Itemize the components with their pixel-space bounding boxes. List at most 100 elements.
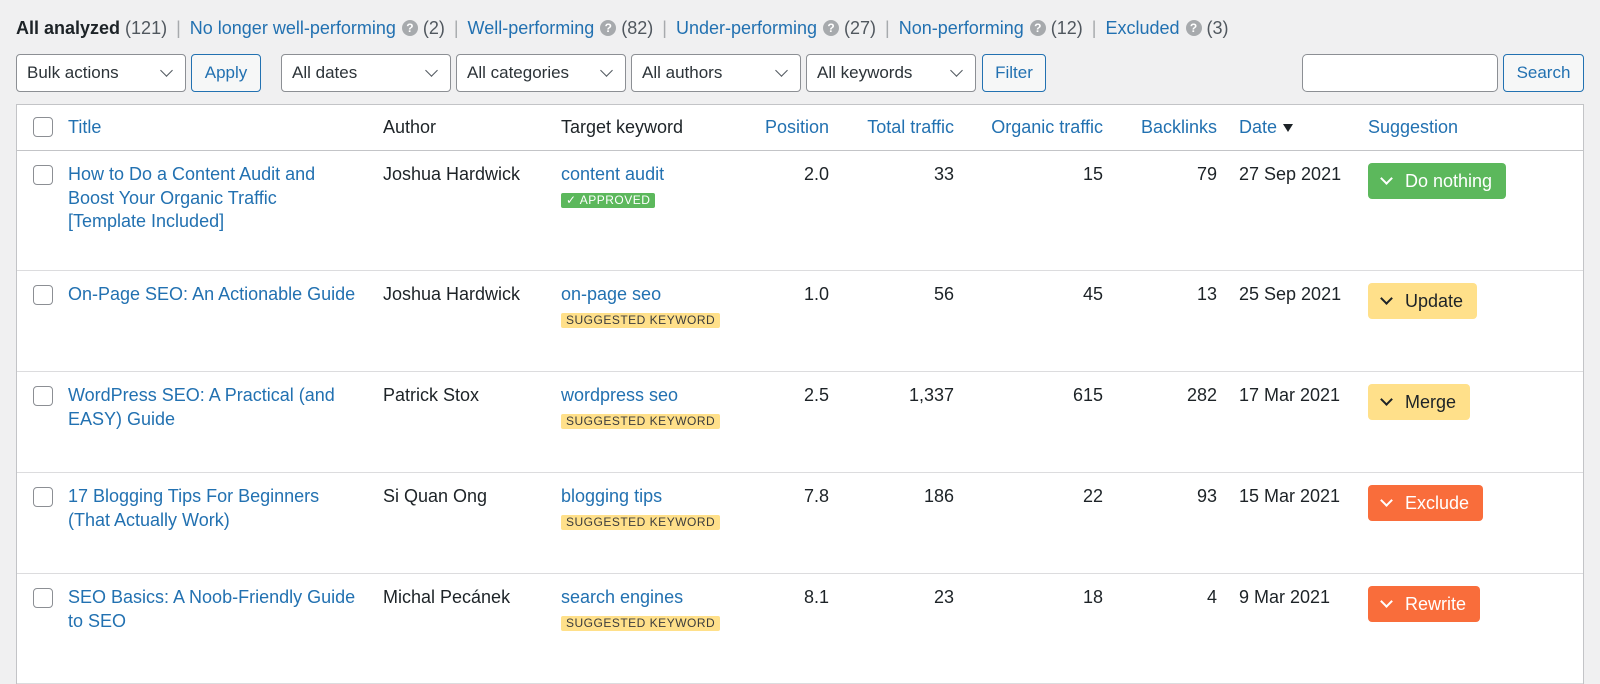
table-row: On-Page SEO: An Actionable Guide Joshua …	[17, 271, 1583, 372]
chevron-down-icon	[1380, 494, 1393, 507]
row-checkbox[interactable]	[33, 487, 53, 507]
column-author: Author	[383, 117, 437, 137]
view-under-performing[interactable]: Under-performing ? (27)	[676, 18, 876, 39]
backlinks-value: 79	[1196, 164, 1217, 184]
author: Michal Pecánek	[383, 587, 511, 607]
select-value: All dates	[292, 63, 358, 82]
chevron-down-icon	[1380, 393, 1393, 406]
view-link[interactable]: Excluded	[1105, 18, 1179, 39]
position-value: 2.5	[803, 385, 829, 405]
keyword-link[interactable]: wordpress seo	[561, 384, 720, 408]
total-traffic-value: 1,337	[908, 385, 954, 405]
table-row: SEO Basics: A Noob-Friendly Guide to SEO…	[17, 574, 1583, 684]
suggestion-button[interactable]: Do nothing	[1368, 163, 1507, 199]
table-header: Title Author Target keyword Position Tot…	[17, 105, 1583, 151]
suggestion-label: Exclude	[1405, 492, 1470, 513]
toolbar: Bulk actions Apply All dates All categor…	[0, 54, 1600, 92]
suggestion-button[interactable]: Update	[1368, 283, 1478, 319]
dates-select[interactable]: All dates	[281, 54, 451, 92]
post-title-link[interactable]: WordPress SEO: A Practical (and EASY) Gu…	[68, 384, 358, 431]
column-title[interactable]: Title	[68, 117, 101, 138]
search-button[interactable]: Search	[1503, 54, 1584, 92]
target-keyword-cell: blogging tips SUGGESTED KEYWORD	[561, 485, 721, 532]
column-date-label: Date	[1239, 117, 1278, 137]
chevron-down-icon	[1380, 595, 1393, 608]
separator: |	[1091, 17, 1097, 38]
column-organic-traffic[interactable]: Organic traffic	[977, 117, 1103, 138]
post-title-link[interactable]: 17 Blogging Tips For Beginners (That Act…	[68, 485, 358, 532]
backlinks-value: 13	[1196, 284, 1217, 304]
organic-traffic-value: 45	[1082, 284, 1103, 304]
help-icon[interactable]: ?	[401, 20, 418, 36]
view-link[interactable]: No longer well-performing	[190, 18, 396, 39]
column-suggestion[interactable]: Suggestion	[1368, 117, 1458, 138]
view-link[interactable]: Well-performing	[468, 18, 595, 39]
separator: |	[662, 17, 667, 38]
view-label: All analyzed	[16, 17, 121, 38]
suggestion-button[interactable]: Exclude	[1368, 485, 1484, 521]
post-title-link[interactable]: SEO Basics: A Noob-Friendly Guide to SEO	[68, 586, 358, 633]
suggestion-label: Do nothing	[1405, 170, 1493, 191]
suggestion-button[interactable]: Rewrite	[1368, 586, 1481, 622]
total-traffic-value: 23	[933, 587, 954, 607]
table-row: 17 Blogging Tips For Beginners (That Act…	[17, 473, 1583, 574]
organic-traffic-value: 22	[1082, 486, 1103, 506]
bulk-actions-select[interactable]: Bulk actions	[16, 54, 186, 92]
column-backlinks[interactable]: Backlinks	[1127, 117, 1217, 138]
backlinks-value: 282	[1186, 385, 1217, 405]
categories-select[interactable]: All categories	[456, 54, 626, 92]
row-checkbox[interactable]	[33, 285, 53, 305]
view-count: (82)	[621, 17, 654, 38]
view-count: (121)	[125, 17, 168, 38]
position-value: 2.0	[803, 164, 829, 184]
post-title-link[interactable]: On-Page SEO: An Actionable Guide	[68, 283, 358, 307]
view-link[interactable]: Under-performing	[676, 18, 817, 39]
view-non-performing[interactable]: Non-performing ? (12)	[899, 18, 1083, 39]
total-traffic-value: 56	[933, 284, 954, 304]
organic-traffic-value: 615	[1072, 385, 1103, 405]
column-date[interactable]: Date	[1239, 117, 1294, 138]
column-target-keyword: Target keyword	[561, 117, 684, 137]
view-well-performing[interactable]: Well-performing ? (82)	[468, 18, 654, 39]
column-position[interactable]: Position	[745, 117, 829, 138]
row-checkbox[interactable]	[33, 588, 53, 608]
view-all-analyzed[interactable]: All analyzed (121)	[16, 18, 167, 39]
chevron-down-icon	[600, 64, 613, 77]
help-icon[interactable]: ?	[1185, 20, 1202, 36]
keywords-select[interactable]: All keywords	[806, 54, 976, 92]
position-value: 8.1	[803, 587, 829, 607]
suggestion-button[interactable]: Merge	[1368, 384, 1471, 420]
keyword-link[interactable]: on-page seo	[561, 283, 720, 307]
help-icon[interactable]: ?	[1029, 20, 1046, 36]
view-no-longer-well-performing[interactable]: No longer well-performing ? (2)	[190, 18, 445, 39]
row-checkbox[interactable]	[33, 165, 53, 185]
separator: |	[453, 17, 459, 38]
chevron-down-icon	[775, 64, 788, 77]
table-row: How to Do a Content Audit and Boost Your…	[17, 151, 1583, 271]
view-link[interactable]: Non-performing	[899, 18, 1024, 39]
post-title-link[interactable]: How to Do a Content Audit and Boost Your…	[68, 163, 358, 234]
row-checkbox[interactable]	[33, 386, 53, 406]
keyword-link[interactable]: search engines	[561, 586, 720, 610]
authors-select[interactable]: All authors	[631, 54, 801, 92]
view-excluded[interactable]: Excluded ? (3)	[1105, 18, 1228, 39]
keyword-status-badge: ✓ APPROVED	[561, 192, 656, 208]
keyword-link[interactable]: content audit	[561, 163, 664, 187]
search-input[interactable]	[1302, 54, 1498, 92]
column-total-traffic[interactable]: Total traffic	[847, 117, 954, 138]
author: Patrick Stox	[383, 385, 480, 405]
help-icon[interactable]: ?	[600, 20, 617, 36]
chevron-down-icon	[950, 64, 963, 77]
keyword-link[interactable]: blogging tips	[561, 485, 720, 509]
apply-button[interactable]: Apply	[191, 54, 261, 92]
organic-traffic-value: 18	[1082, 587, 1103, 607]
target-keyword-cell: on-page seo SUGGESTED KEYWORD	[561, 283, 721, 330]
help-icon[interactable]: ?	[823, 20, 840, 36]
position-value: 1.0	[803, 284, 829, 304]
filter-button[interactable]: Filter	[982, 54, 1046, 92]
separator: |	[885, 17, 890, 38]
sort-desc-icon	[1283, 124, 1294, 133]
select-all-checkbox[interactable]	[33, 117, 53, 137]
suggestion-label: Update	[1405, 290, 1464, 311]
chevron-down-icon	[1380, 172, 1393, 185]
